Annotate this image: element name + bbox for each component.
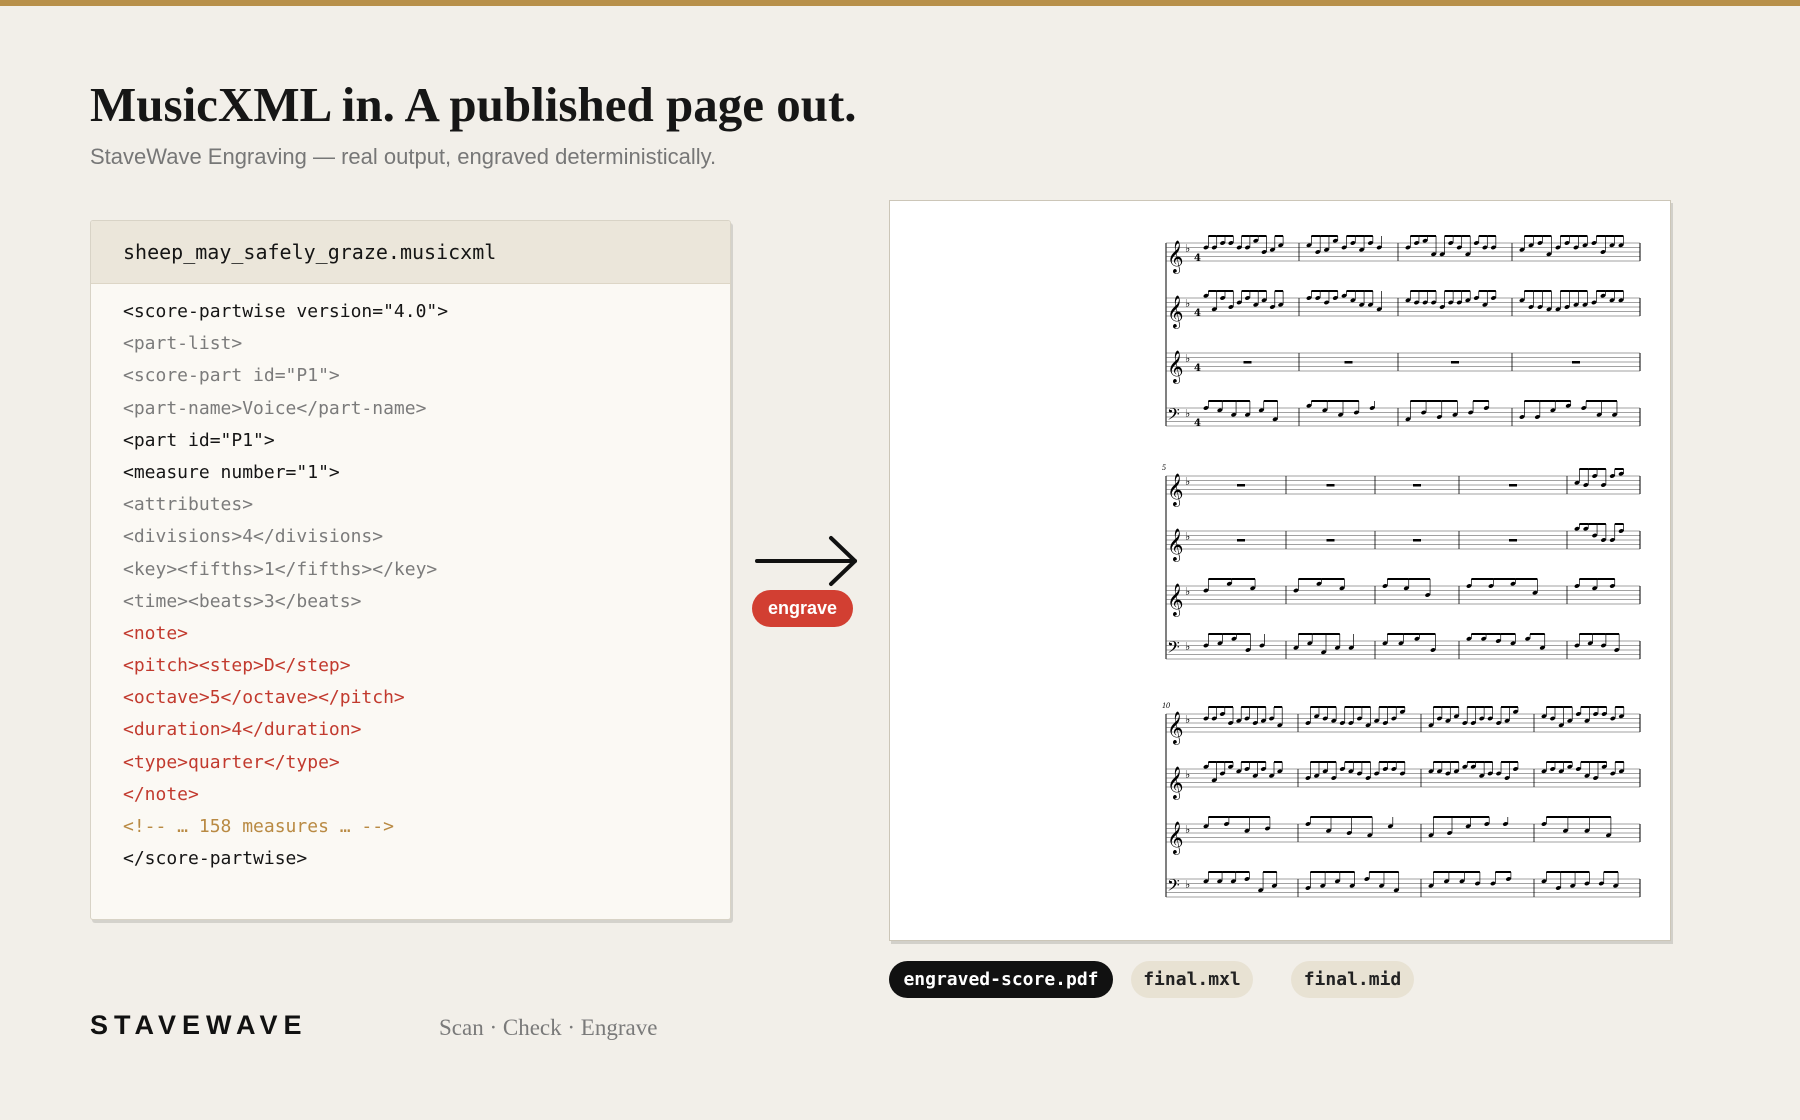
code-line: <divisions>4</divisions> (123, 526, 384, 548)
engrave-badge[interactable]: engrave (752, 590, 853, 627)
treble-clef-icon: 𝄞 (1167, 350, 1184, 384)
code-line: <part id="P1"> (123, 429, 275, 451)
staff: 𝄢 ♭ (1166, 871, 1641, 899)
score-staves: 𝄞 ♭4𝄞 ♭4𝄞 ♭4𝄢 ♭45𝄞 ♭𝄞 ♭𝄞 ♭𝄢 ♭10𝄞 ♭𝄞 ♭𝄞 ♭𝄢 ♭ (1162, 235, 1641, 899)
rest-mark (1344, 361, 1353, 364)
rest-mark (1326, 539, 1335, 542)
brand-logo: STAVEWAVE (90, 1010, 308, 1040)
page-subtitle: StaveWave Engraving — real output, engra… (90, 144, 717, 169)
rest-mark (1237, 484, 1245, 487)
time-signature: 4 (1194, 308, 1201, 319)
bass-clef-icon: 𝄢 (1167, 404, 1180, 428)
code-line: <duration>4</duration> (123, 719, 362, 741)
flat-icon: ♭ (1185, 768, 1190, 781)
staff: 𝄞 ♭ (1166, 706, 1641, 745)
flat-icon: ♭ (1185, 878, 1190, 891)
treble-clef-icon: 𝄞 (1167, 528, 1184, 562)
code-line: <time><beats>3</beats> (123, 590, 362, 612)
arrow-right-icon (755, 536, 857, 586)
code-line: <part-name>Voice</part-name> (123, 397, 427, 419)
measure-number: 10 (1162, 701, 1170, 710)
file-chip-mid[interactable]: final.mid (1291, 961, 1414, 998)
engraved-score-preview: 𝄞 ♭ 4 𝄞 ♭ 4 𝄞 ♭ 4 𝄢 ♭ 4 5 𝄞 ♭ 𝄞 ♭ 𝄞 ♭ 𝄢 ♭ 10 𝄞 ♭ 𝄞 ♭ 𝄞 ♭ 𝄢 ♭ (889, 200, 1671, 941)
rest-mark (1237, 539, 1245, 542)
rest-mark (1413, 484, 1421, 487)
file-chip-mxl[interactable]: final.mxl (1131, 961, 1253, 998)
flat-icon: ♭ (1185, 297, 1190, 310)
flat-icon: ♭ (1185, 242, 1190, 255)
rest-mark (1509, 539, 1517, 542)
code-line: <score-partwise version="4.0"> (123, 301, 449, 322)
code-line: <type>quarter</type> (123, 751, 340, 773)
staff: 𝄞 ♭ (1166, 816, 1641, 855)
code-line: <note> (123, 622, 189, 644)
code-line: </note> (123, 783, 199, 805)
rest-mark (1509, 484, 1517, 487)
treble-clef-icon: 𝄞 (1167, 821, 1184, 855)
file-chip-pdf[interactable]: engraved-score.pdf (889, 961, 1113, 998)
rest-mark (1413, 539, 1421, 542)
flat-icon: ♭ (1185, 475, 1190, 488)
flat-icon: ♭ (1185, 713, 1190, 726)
treble-clef-icon: 𝄞 (1167, 766, 1184, 800)
staff: 𝄞 ♭ 4 (1166, 235, 1641, 274)
top-accent-bar (0, 0, 1800, 6)
staff: 𝄢 ♭ 4 (1166, 400, 1641, 429)
flat-icon: ♭ (1185, 823, 1190, 836)
code-line: <key><fifths>1</fifths></key> (123, 558, 438, 580)
measure-number: 5 (1162, 463, 1166, 472)
page-title: MusicXML in. A published page out. (90, 77, 857, 132)
score-system: 5𝄞 ♭𝄞 ♭𝄞 ♭𝄢 ♭ (1162, 463, 1641, 661)
code-line: <attributes> (123, 494, 254, 516)
staff: 𝄞 ♭ (1166, 468, 1641, 507)
staff: 𝄢 ♭ (1166, 633, 1641, 661)
flat-icon: ♭ (1185, 352, 1190, 365)
treble-clef-icon: 𝄞 (1167, 240, 1184, 274)
score-system: 10𝄞 ♭𝄞 ♭𝄞 ♭𝄢 ♭ (1162, 701, 1641, 899)
flat-icon: ♭ (1185, 585, 1190, 598)
treble-clef-icon: 𝄞 (1167, 473, 1184, 507)
treble-clef-icon: 𝄞 (1167, 295, 1184, 329)
treble-clef-icon: 𝄞 (1167, 583, 1184, 617)
rest-mark (1451, 361, 1459, 364)
rest-mark (1572, 361, 1580, 364)
musicxml-code-card: sheep_may_safely_graze.musicxml <score-p… (90, 220, 731, 920)
rest-mark (1243, 361, 1252, 364)
code-card-filename: sheep_may_safely_graze.musicxml (91, 221, 730, 284)
staff: 𝄞 ♭ (1166, 761, 1641, 800)
code-line: <part-list> (123, 333, 243, 355)
score-system: 𝄞 ♭4𝄞 ♭4𝄞 ♭4𝄢 ♭4 (1165, 235, 1641, 429)
staff: 𝄞 ♭ (1166, 523, 1641, 562)
code-lines: <score-partwise version="4.0"> <part-list… (91, 284, 730, 875)
code-line: </score-partwise> (123, 848, 308, 870)
staff: 𝄞 ♭ 4 (1166, 350, 1641, 384)
bass-clef-icon: 𝄢 (1167, 875, 1180, 899)
bass-clef-icon: 𝄢 (1167, 637, 1180, 661)
brand-tagline: Scan · Check · Engrave (439, 1015, 658, 1040)
flat-icon: ♭ (1185, 407, 1190, 420)
code-line: <!-- … 158 measures … --> (123, 816, 394, 837)
code-line: <pitch><step>D</step> (123, 655, 351, 677)
code-line: <octave>5</octave></pitch> (123, 687, 405, 709)
code-line: <score-part id="P1"> (123, 365, 340, 387)
code-line: <measure number="1"> (123, 461, 340, 483)
flat-icon: ♭ (1185, 530, 1190, 543)
time-signature: 4 (1194, 363, 1201, 374)
staff: 𝄞 ♭ (1166, 578, 1641, 617)
flat-icon: ♭ (1185, 640, 1190, 653)
treble-clef-icon: 𝄞 (1167, 711, 1184, 745)
staff: 𝄞 ♭ 4 (1166, 290, 1641, 329)
rest-mark (1326, 484, 1335, 487)
time-signature: 4 (1194, 418, 1201, 429)
time-signature: 4 (1194, 253, 1201, 264)
